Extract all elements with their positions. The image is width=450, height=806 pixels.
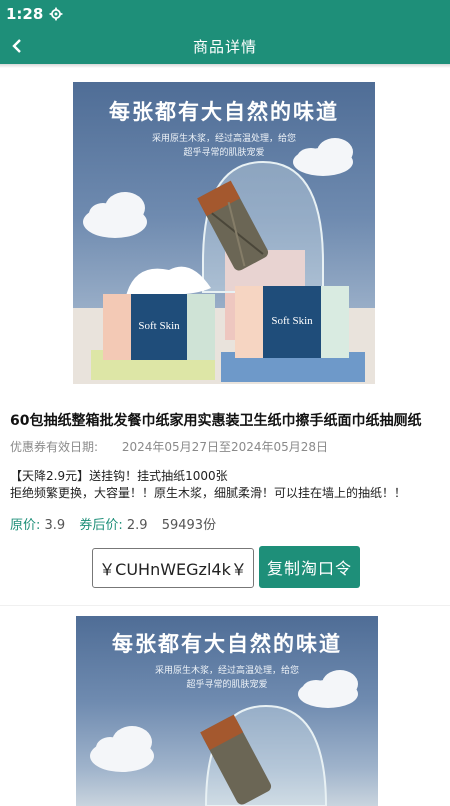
section-divider bbox=[0, 605, 450, 606]
original-price: 3.9 bbox=[44, 518, 66, 533]
app-bar: 商品详情 bbox=[0, 28, 450, 64]
promo-line-2: 拒绝频繁更换，大容量！！原生木浆，细腻柔滑！可以挂在墙上的抽纸！！ bbox=[10, 486, 407, 500]
tissue-illustration: Soft Skin Soft Skin bbox=[73, 138, 375, 384]
product-image[interactable]: 每张都有大自然的味道 采用原生木浆，经过高温处理，给您 超乎寻常的肌肤宠爱 So… bbox=[73, 82, 375, 384]
price-line: 原价: 3.9 券后价: 2.9 59493份 bbox=[10, 514, 226, 533]
promo-line-1: 【天降2.9元】送挂钩！挂式抽纸1000张 bbox=[10, 469, 228, 483]
header-shadow bbox=[0, 64, 450, 68]
promo-description: 【天降2.9元】送挂钩！挂式抽纸1000张 拒绝频繁更换，大容量！！原生木浆，细… bbox=[10, 468, 442, 502]
back-button[interactable] bbox=[4, 32, 32, 60]
coupon-price: 2.9 bbox=[126, 518, 148, 533]
status-bar: 1:28 bbox=[0, 0, 450, 28]
sold-count: 59493份 bbox=[161, 518, 217, 533]
left-box-brand: Soft Skin bbox=[138, 320, 180, 332]
right-box-brand: Soft Skin bbox=[271, 315, 313, 327]
original-price-label: 原价: bbox=[10, 518, 41, 533]
coupon-price-label: 券后价: bbox=[79, 518, 123, 533]
product-image-2[interactable]: 每张都有大自然的味道 采用原生木浆，经过高温处理，给您 超乎寻常的肌肤宠爱 bbox=[76, 616, 378, 806]
gear-icon bbox=[49, 7, 63, 21]
coupon-dates: 2024年05月27日至2024年05月28日 bbox=[121, 440, 329, 454]
product-name: 60包抽纸整箱批发餐巾纸家用实惠装卫生纸巾擦手纸面巾纸抽厕纸 bbox=[10, 413, 422, 429]
tissue-illustration-2 bbox=[90, 670, 358, 806]
copy-taokouling-button[interactable]: 复制淘口令 bbox=[259, 546, 360, 588]
back-arrow-icon bbox=[12, 39, 21, 53]
coupon-label: 优惠券有效日期: bbox=[10, 440, 99, 454]
coupon-validity: 优惠券有效日期: 2024年05月27日至2024年05月28日 bbox=[10, 438, 328, 455]
status-time: 1:28 bbox=[6, 5, 44, 23]
taokouling-code[interactable]: ￥CUHnWEGzl4k￥ bbox=[92, 548, 254, 588]
page-title: 商品详情 bbox=[192, 37, 257, 56]
